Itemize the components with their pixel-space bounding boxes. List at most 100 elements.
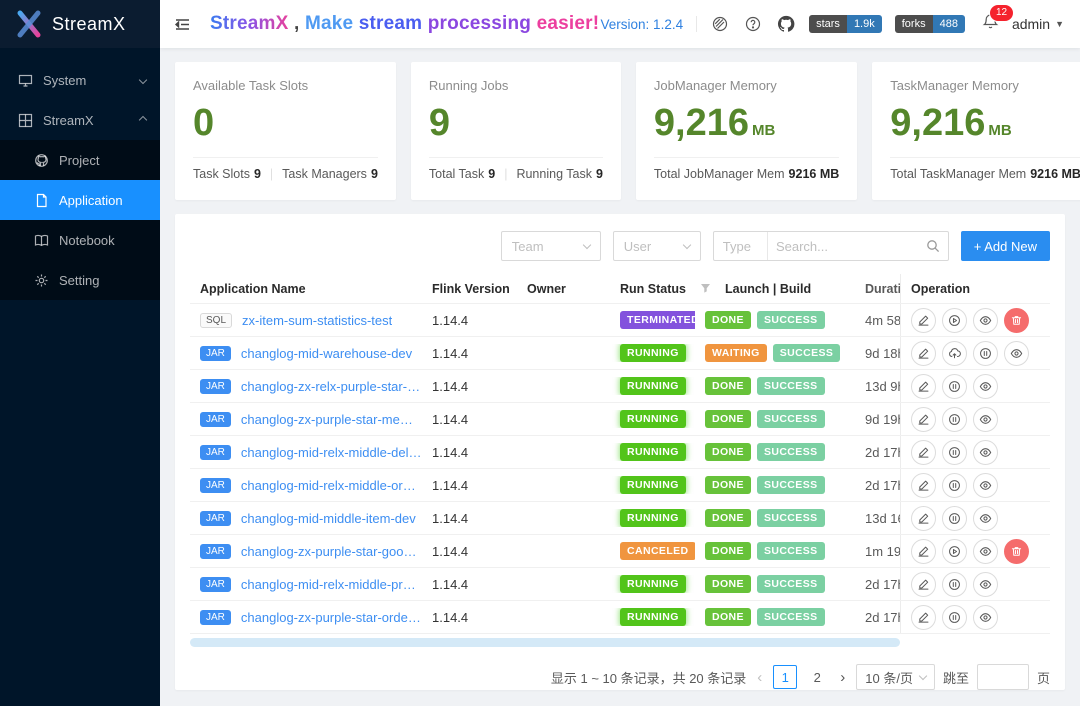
edit-button[interactable] bbox=[911, 572, 936, 597]
divider: | bbox=[504, 167, 507, 181]
application-link[interactable]: changlog-mid-middle-item-dev bbox=[241, 511, 416, 526]
brand-logo[interactable]: StreamX bbox=[0, 0, 160, 48]
launch-build-cell: DONE SUCCESS bbox=[695, 443, 855, 461]
gear-icon bbox=[34, 273, 49, 288]
application-link[interactable]: changlog-zx-relx-purple-star-store-dev bbox=[241, 379, 422, 394]
jump-page-input[interactable] bbox=[977, 664, 1029, 690]
github-icon bbox=[34, 153, 49, 168]
sidebar-item-setting[interactable]: Setting bbox=[0, 260, 160, 300]
book-icon bbox=[34, 233, 49, 248]
application-link[interactable]: zx-item-sum-statistics-test bbox=[242, 313, 392, 328]
edit-button[interactable] bbox=[911, 473, 936, 498]
eye-button[interactable] bbox=[973, 440, 998, 465]
notification-bell[interactable]: 12 bbox=[982, 13, 999, 35]
application-link[interactable]: changlog-zx-purple-star-goods-dev bbox=[241, 544, 422, 559]
pause-button[interactable] bbox=[973, 341, 998, 366]
play-icon bbox=[948, 545, 961, 558]
menu-fold-icon[interactable] bbox=[174, 13, 196, 35]
pause-button[interactable] bbox=[942, 572, 967, 597]
sidebar-item-notebook[interactable]: Notebook bbox=[0, 220, 160, 260]
eye-button[interactable] bbox=[973, 473, 998, 498]
edit-button[interactable] bbox=[911, 539, 936, 564]
sidebar-item-system[interactable]: System bbox=[0, 60, 160, 100]
eye-button[interactable] bbox=[973, 572, 998, 597]
footer-label: Total JobManager Mem bbox=[654, 167, 785, 181]
horizontal-scrollbar[interactable] bbox=[190, 638, 900, 647]
edit-button[interactable] bbox=[911, 506, 936, 531]
eye-button[interactable] bbox=[973, 506, 998, 531]
app-type-tag: JAR bbox=[200, 544, 231, 559]
pause-button[interactable] bbox=[942, 605, 967, 630]
sidebar: StreamX System StreamX bbox=[0, 0, 160, 706]
footer-value: 9 bbox=[254, 167, 261, 181]
search-input[interactable] bbox=[768, 239, 926, 254]
pause-button[interactable] bbox=[942, 506, 967, 531]
next-page-button[interactable]: › bbox=[837, 669, 848, 686]
team-select[interactable]: Team bbox=[501, 231, 601, 261]
pagination: 显示 1 ~ 10 条记录，共 20 条记录 ‹ 1 2 › 10 条/页 跳至… bbox=[190, 664, 1050, 690]
application-name-cell: SQL zx-item-sum-statistics-test bbox=[190, 313, 422, 328]
application-link[interactable]: changlog-mid-relx-middle-promotion-dev bbox=[241, 577, 422, 592]
eye-button[interactable] bbox=[1004, 341, 1029, 366]
upload-button[interactable] bbox=[942, 341, 967, 366]
edit-button[interactable] bbox=[911, 407, 936, 432]
add-new-button[interactable]: + Add New bbox=[961, 231, 1050, 261]
type-select[interactable]: Type bbox=[714, 232, 768, 260]
sidebar-menu: System StreamX Project bbox=[0, 48, 160, 300]
pause-button[interactable] bbox=[942, 407, 967, 432]
user-select-placeholder: User bbox=[624, 239, 651, 254]
application-link[interactable]: changlog-zx-purple-star-member-dev bbox=[241, 412, 422, 427]
pause-button[interactable] bbox=[942, 473, 967, 498]
search-icon[interactable] bbox=[926, 239, 940, 253]
github-stars-badge[interactable]: stars 1.9k bbox=[809, 15, 882, 33]
run-status-cell: RUNNING bbox=[610, 443, 695, 461]
help-icon[interactable] bbox=[743, 14, 763, 34]
delete-button[interactable] bbox=[1004, 308, 1029, 333]
divider bbox=[429, 157, 603, 158]
page-size-select[interactable]: 10 条/页 bbox=[856, 664, 935, 690]
eye-button[interactable] bbox=[973, 539, 998, 564]
play-button[interactable] bbox=[942, 308, 967, 333]
github-icon[interactable] bbox=[776, 14, 796, 34]
column-header-launch-build: Launch | Build bbox=[695, 282, 855, 296]
edit-button[interactable] bbox=[911, 308, 936, 333]
launch-build-cell: DONE SUCCESS bbox=[695, 542, 855, 560]
application-link[interactable]: changlog-mid-relx-middle-deliver-dev bbox=[241, 445, 422, 460]
page-button-1[interactable]: 1 bbox=[773, 665, 797, 689]
pause-button[interactable] bbox=[942, 374, 967, 399]
launch-status-badge: DONE bbox=[705, 575, 751, 593]
play-button[interactable] bbox=[942, 539, 967, 564]
user-select[interactable]: User bbox=[613, 231, 701, 261]
edit-button[interactable] bbox=[911, 341, 936, 366]
prev-page-button[interactable]: ‹ bbox=[754, 669, 765, 686]
app-type-tag: JAR bbox=[200, 478, 231, 493]
github-forks-badge[interactable]: forks 488 bbox=[895, 15, 965, 33]
sidebar-item-streamx[interactable]: StreamX bbox=[0, 100, 160, 140]
hatched-circle-icon[interactable] bbox=[710, 14, 730, 34]
stat-footer: Task Slots9|Task Managers9 bbox=[193, 167, 378, 181]
page-size-value: 10 条/页 bbox=[865, 668, 913, 687]
edit-button[interactable] bbox=[911, 374, 936, 399]
eye-button[interactable] bbox=[973, 308, 998, 333]
sidebar-item-label: Application bbox=[59, 193, 123, 208]
eye-button[interactable] bbox=[973, 407, 998, 432]
application-link[interactable]: changlog-mid-warehouse-dev bbox=[241, 346, 412, 361]
page-button-2[interactable]: 2 bbox=[805, 665, 829, 689]
application-link[interactable]: changlog-zx-purple-star-order-dev bbox=[241, 610, 422, 625]
pause-button[interactable] bbox=[942, 440, 967, 465]
operation-cell bbox=[900, 436, 1050, 468]
table-row: JAR changlog-mid-relx-middle-promotion-d… bbox=[190, 568, 1050, 601]
edit-button[interactable] bbox=[911, 605, 936, 630]
eye-button[interactable] bbox=[973, 605, 998, 630]
sidebar-item-application[interactable]: Application bbox=[0, 180, 160, 220]
application-name-cell: JAR changlog-zx-relx-purple-star-store-d… bbox=[190, 379, 422, 394]
edit-icon bbox=[917, 479, 930, 492]
edit-button[interactable] bbox=[911, 440, 936, 465]
run-status-badge: RUNNING bbox=[620, 575, 686, 593]
application-link[interactable]: changlog-mid-relx-middle-order-dev bbox=[241, 478, 422, 493]
run-status-cell: RUNNING bbox=[610, 344, 695, 362]
sidebar-item-project[interactable]: Project bbox=[0, 140, 160, 180]
eye-button[interactable] bbox=[973, 374, 998, 399]
user-menu[interactable]: admin ▼ bbox=[1012, 16, 1064, 32]
delete-button[interactable] bbox=[1004, 539, 1029, 564]
